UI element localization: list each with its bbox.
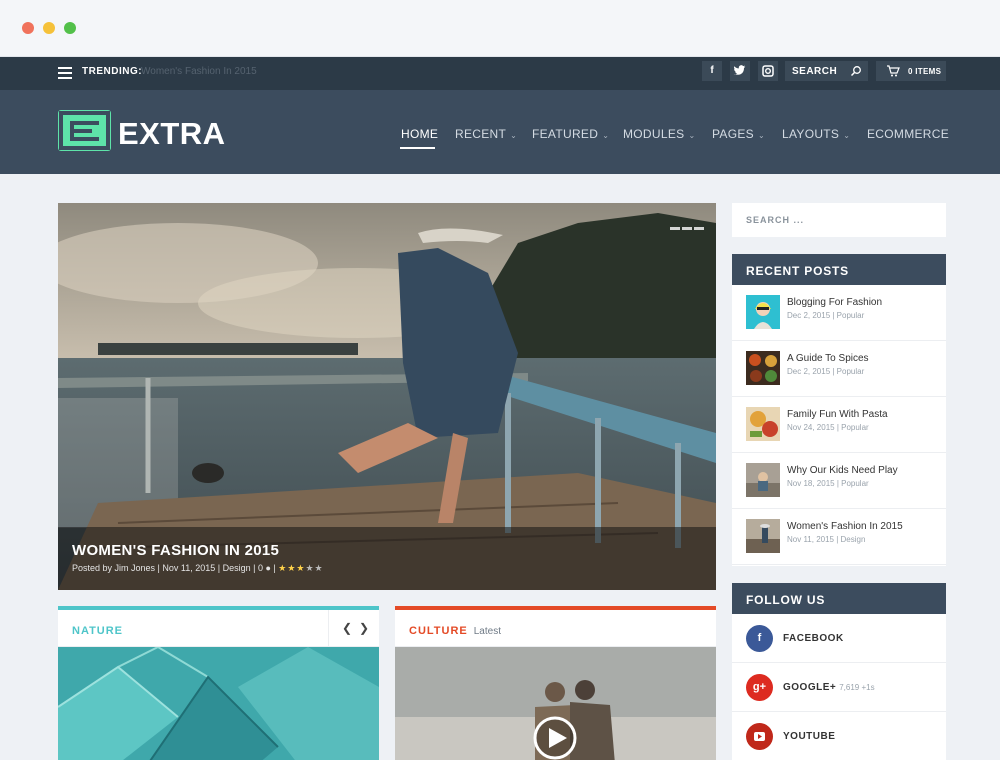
post-meta: Nov 18, 2015 | Popular [787, 479, 869, 488]
nav-modules[interactable]: MODULES ⌄ [623, 127, 695, 141]
hero-meta-text: Posted by Jim Jones | Nov 11, 2015 | Des… [72, 563, 263, 573]
recent-post-item[interactable]: Blogging For Fashion Dec 2, 2015 | Popul… [732, 285, 946, 341]
post-thumbnail [746, 407, 780, 441]
nav-layouts[interactable]: LAYOUTS ⌄ [782, 127, 850, 141]
post-thumbnail [746, 351, 780, 385]
chevron-down-icon: ⌄ [688, 131, 696, 140]
youtube-icon [746, 723, 773, 750]
cart-count: 0 ITEMS [908, 67, 942, 76]
recent-posts-widget: RECENT POSTS Blogging For Fashion Dec 2,… [732, 254, 946, 566]
post-title[interactable]: Blogging For Fashion [787, 297, 882, 308]
chevron-right-icon[interactable]: ❯ [359, 621, 369, 635]
logo-text[interactable]: EXTRA [118, 116, 226, 152]
cart-button[interactable]: 0 ITEMS [876, 61, 946, 81]
post-thumbnail [746, 463, 780, 497]
recent-post-item[interactable]: Why Our Kids Need Play Nov 18, 2015 | Po… [732, 453, 946, 509]
follow-count: 7,619 +1s [839, 683, 875, 692]
hero-title[interactable]: WOMEN'S FASHION IN 2015 [72, 542, 279, 559]
comment-icon: ● [265, 563, 271, 573]
cart-icon [887, 65, 900, 77]
nav-home[interactable]: HOME [401, 127, 438, 141]
post-thumbnail [746, 295, 780, 329]
card-header: NATURE ❮ ❯ [58, 610, 379, 647]
card-title-nature[interactable]: NATURE [72, 625, 123, 637]
recent-post-item[interactable]: Family Fun With Pasta Nov 24, 2015 | Pop… [732, 397, 946, 453]
follow-youtube[interactable]: YOUTUBE [732, 712, 946, 760]
nav-recent[interactable]: RECENT ⌄ [455, 127, 517, 141]
twitter-icon[interactable] [730, 61, 750, 81]
close-window-dot[interactable] [22, 22, 34, 34]
post-title[interactable]: Family Fun With Pasta [787, 409, 888, 420]
post-meta: Dec 2, 2015 | Popular [787, 311, 865, 320]
follow-facebook[interactable]: f FACEBOOK [732, 614, 946, 663]
featured-slider[interactable]: WOMEN'S FASHION IN 2015 Posted by Jim Jo… [58, 203, 716, 590]
logo-icon[interactable] [58, 110, 111, 151]
facebook-icon: f [746, 625, 773, 652]
recent-post-item[interactable]: A Guide To Spices Dec 2, 2015 | Popular [732, 341, 946, 397]
slider-pagination[interactable] [670, 217, 706, 235]
nav-featured[interactable]: FEATURED ⌄ [532, 127, 609, 141]
rating-stars: ★★★★★ [278, 563, 324, 573]
hero-meta: Posted by Jim Jones | Nov 11, 2015 | Des… [72, 563, 324, 573]
post-meta: Nov 11, 2015 | Design [787, 535, 866, 544]
facebook-icon[interactable]: f [702, 61, 722, 81]
trending-link[interactable]: Women's Fashion In 2015 [141, 66, 257, 77]
chevron-down-icon: ⌄ [757, 131, 765, 140]
trending-label: TRENDING: [82, 66, 143, 77]
post-meta: Nov 24, 2015 | Popular [787, 423, 869, 432]
culture-image[interactable] [395, 647, 716, 760]
menu-icon[interactable] [58, 67, 72, 79]
follow-googleplus[interactable]: g+ GOOGLE+ 7,619 +1s [732, 663, 946, 712]
post-meta: Dec 2, 2015 | Popular [787, 367, 865, 376]
browser-chrome [0, 0, 1000, 57]
chevron-down-icon: ⌄ [602, 131, 610, 140]
minimize-window-dot[interactable] [43, 22, 55, 34]
active-nav-indicator [400, 147, 435, 149]
search-label: SEARCH [792, 66, 838, 77]
googleplus-icon: g+ [746, 674, 773, 701]
chevron-down-icon: ⌄ [510, 131, 518, 140]
site-header: EXTRA HOME RECENT ⌄ FEATURED ⌄ MODULES ⌄ PA… [0, 90, 1000, 174]
widget-title: FOLLOW US [746, 593, 826, 607]
post-thumbnail [746, 519, 780, 553]
follow-label: YOUTUBE [783, 731, 836, 742]
follow-label: GOOGLE+ 7,619 +1s [783, 682, 875, 693]
card-title-culture[interactable]: CULTURE Latest [409, 625, 501, 637]
recent-post-item[interactable]: Women's Fashion In 2015 Nov 11, 2015 | D… [732, 509, 946, 565]
widget-header: RECENT POSTS [732, 254, 946, 285]
chevron-down-icon: ⌄ [843, 131, 851, 140]
follow-label: FACEBOOK [783, 633, 844, 644]
instagram-icon[interactable] [758, 61, 778, 81]
card-pagination: ❮ ❯ [328, 610, 379, 647]
sidebar-search-input[interactable]: SEARCH ... [732, 203, 946, 237]
nature-image[interactable] [58, 647, 379, 760]
card-subtitle: Latest [473, 626, 501, 637]
search-icon[interactable] [850, 65, 862, 77]
nav-pages[interactable]: PAGES ⌄ [712, 127, 765, 141]
post-title[interactable]: A Guide To Spices [787, 353, 869, 364]
nature-card: NATURE ❮ ❯ [58, 606, 379, 760]
follow-us-widget: FOLLOW US f FACEBOOK g+ GOOGLE+ 7,619 +1s… [732, 583, 946, 760]
chevron-left-icon[interactable]: ❮ [342, 621, 352, 635]
top-search-box[interactable]: SEARCH [785, 61, 868, 81]
card-header: CULTURE Latest [395, 610, 716, 647]
zoom-window-dot[interactable] [64, 22, 76, 34]
widget-title: RECENT POSTS [746, 264, 849, 278]
culture-card: CULTURE Latest [395, 606, 716, 760]
post-title[interactable]: Why Our Kids Need Play [787, 465, 898, 476]
widget-header: FOLLOW US [732, 583, 946, 614]
nav-ecommerce[interactable]: ECOMMERCE [867, 127, 949, 141]
search-placeholder: SEARCH ... [746, 215, 805, 225]
post-title[interactable]: Women's Fashion In 2015 [787, 521, 903, 532]
